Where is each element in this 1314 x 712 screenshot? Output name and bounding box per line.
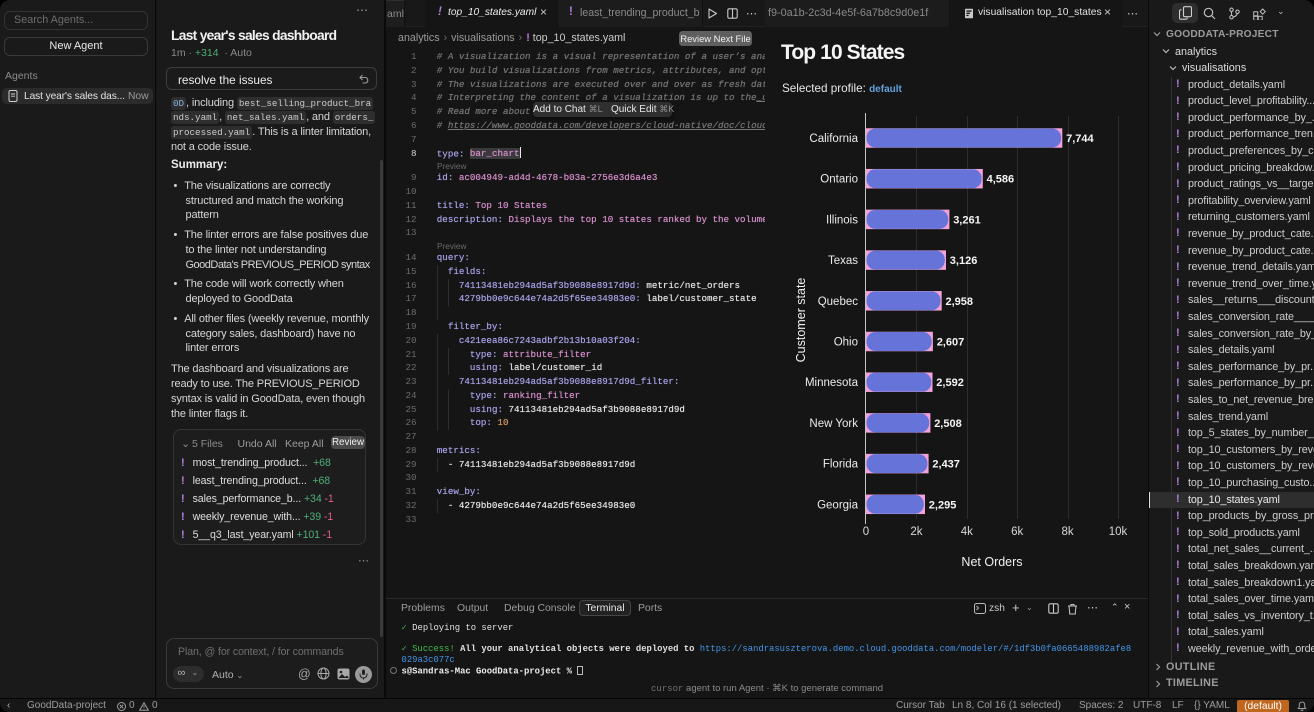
svg-text:Georgia: Georgia <box>817 499 859 511</box>
svg-text:0: 0 <box>863 526 869 538</box>
svg-text:2k: 2k <box>910 526 922 538</box>
svg-text:California: California <box>809 133 858 145</box>
svg-text:Florida: Florida <box>823 459 859 471</box>
svg-text:4k: 4k <box>961 526 973 538</box>
svg-text:Net Orders: Net Orders <box>961 555 1022 569</box>
svg-text:Minnesota: Minnesota <box>805 377 859 389</box>
svg-text:2,437: 2,437 <box>932 459 960 471</box>
svg-text:2,295: 2,295 <box>929 499 957 511</box>
svg-text:Texas: Texas <box>828 255 858 267</box>
svg-text:Customer state: Customer state <box>794 278 808 363</box>
svg-text:6k: 6k <box>1011 526 1023 538</box>
svg-text:Quebec: Quebec <box>818 296 859 308</box>
svg-text:2,958: 2,958 <box>946 296 974 308</box>
svg-text:2,508: 2,508 <box>934 418 962 430</box>
svg-text:10k: 10k <box>1109 526 1128 538</box>
svg-text:2,607: 2,607 <box>937 337 965 349</box>
svg-text:Ohio: Ohio <box>834 337 858 349</box>
svg-text:8k: 8k <box>1062 526 1074 538</box>
svg-text:3,126: 3,126 <box>950 255 978 267</box>
svg-text:2,592: 2,592 <box>936 377 964 389</box>
svg-text:3,261: 3,261 <box>953 214 981 226</box>
svg-text:7,744: 7,744 <box>1066 133 1094 145</box>
svg-text:Illinois: Illinois <box>826 214 858 226</box>
svg-text:4,586: 4,586 <box>987 174 1015 186</box>
svg-text:Ontario: Ontario <box>820 174 858 186</box>
svg-text:New York: New York <box>809 418 858 430</box>
